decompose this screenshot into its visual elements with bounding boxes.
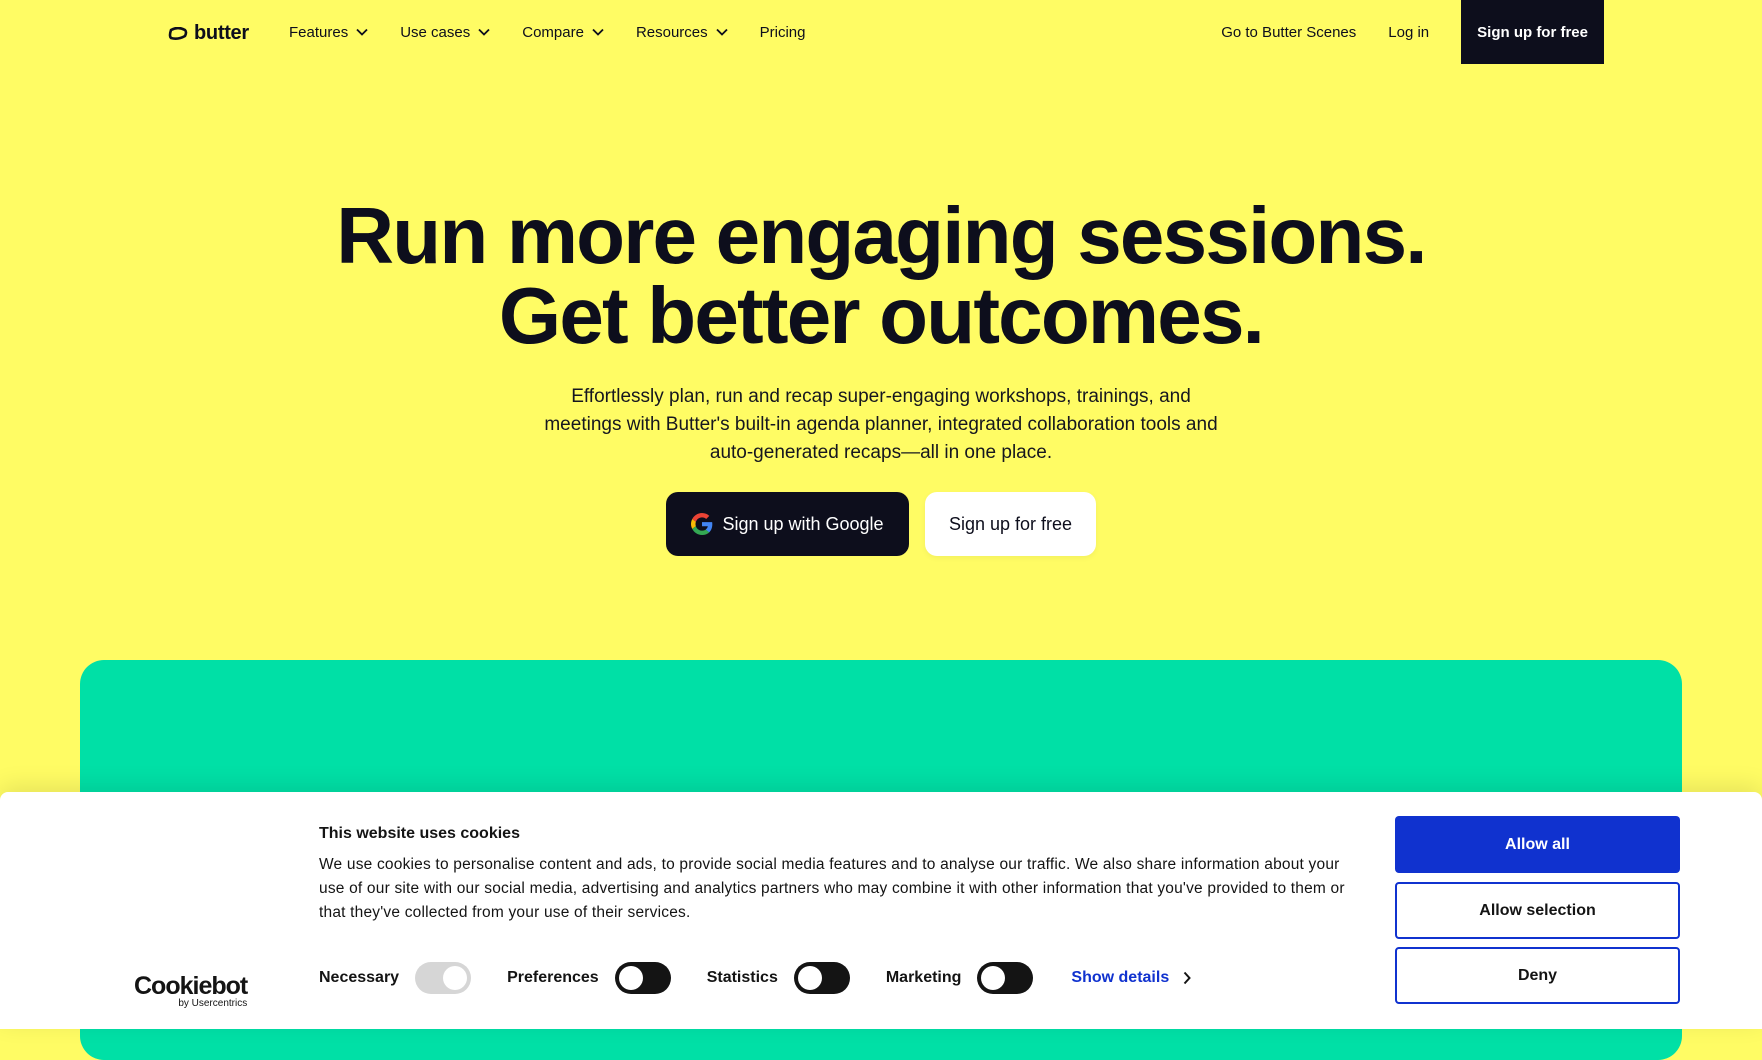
chevron-down-icon bbox=[592, 28, 604, 36]
allow-all-button[interactable]: Allow all bbox=[1395, 816, 1680, 873]
logo-text: butter bbox=[194, 22, 249, 44]
signup-google-label: Sign up with Google bbox=[722, 513, 884, 534]
nav-item-resources[interactable]: Resources bbox=[636, 24, 728, 41]
cookie-title: This website uses cookies bbox=[319, 825, 520, 842]
toggle-label-preferences: Preferences bbox=[507, 969, 599, 986]
show-details-link[interactable]: Show details bbox=[1071, 969, 1192, 987]
toggle-knob bbox=[797, 966, 822, 990]
cookiebot-brand: Cookiebot bbox=[134, 972, 248, 1000]
allow-selection-button[interactable]: Allow selection bbox=[1395, 882, 1680, 939]
nav-item-features[interactable]: Features bbox=[289, 24, 368, 41]
cookie-text: We use cookies to personalise content an… bbox=[319, 856, 1345, 921]
nav-links: Features Use cases Compare Resources Pri… bbox=[289, 0, 806, 64]
butter-logo[interactable]: butter bbox=[168, 22, 249, 45]
nav-item-label: Features bbox=[289, 23, 349, 41]
google-icon bbox=[691, 513, 713, 535]
signup-free-button[interactable]: Sign up for free bbox=[925, 492, 1096, 556]
nav-signup-button[interactable]: Sign up for free bbox=[1461, 0, 1604, 64]
chevron-down-icon bbox=[478, 28, 490, 36]
butter-logo-icon bbox=[168, 26, 188, 40]
toggle-knob bbox=[618, 966, 643, 990]
nav-item-label: Pricing bbox=[759, 23, 806, 41]
chevron-right-icon bbox=[1183, 971, 1192, 985]
toggle-knob bbox=[443, 966, 468, 990]
login-link[interactable]: Log in bbox=[1388, 24, 1429, 41]
hero-subtitle: Effortlessly plan, run and recap super-e… bbox=[544, 386, 1218, 463]
top-nav: butter Features Use cases Compare Resour… bbox=[0, 0, 1762, 64]
nav-item-label: Resources bbox=[635, 23, 708, 41]
chevron-down-icon bbox=[716, 28, 728, 36]
cookie-toggles: Necessary Preferences Statistics Marketi… bbox=[319, 962, 1192, 994]
nav-item-compare[interactable]: Compare bbox=[522, 24, 604, 41]
toggle-preferences[interactable] bbox=[614, 962, 671, 994]
toggle-marketing[interactable] bbox=[977, 962, 1034, 994]
toggle-label-necessary: Necessary bbox=[319, 969, 400, 986]
signup-google-button[interactable]: Sign up with Google bbox=[666, 492, 909, 556]
toggle-statistics[interactable] bbox=[793, 962, 850, 994]
cookiebot-logo: Cookiebot by Usercentrics bbox=[134, 972, 248, 1010]
nav-item-use-cases[interactable]: Use cases bbox=[400, 24, 490, 41]
nav-right: Go to Butter Scenes Log in Sign up for f… bbox=[1221, 0, 1604, 64]
show-details-label: Show details bbox=[1071, 969, 1170, 986]
chevron-down-icon bbox=[356, 28, 368, 36]
deny-button[interactable]: Deny bbox=[1395, 947, 1680, 1004]
toggle-necessary bbox=[415, 962, 472, 994]
hero-title: Run more engaging sessions. Get better o… bbox=[0, 196, 1762, 356]
hero-title-line1: Run more engaging sessions. bbox=[336, 191, 1427, 280]
toggle-knob bbox=[981, 966, 1006, 990]
nav-item-label: Use cases bbox=[400, 23, 471, 41]
nav-item-label: Compare bbox=[522, 23, 584, 41]
toggle-label-statistics: Statistics bbox=[706, 969, 778, 986]
hero-title-line2: Get better outcomes. bbox=[498, 271, 1265, 360]
butter-scenes-link[interactable]: Go to Butter Scenes bbox=[1221, 24, 1356, 41]
nav-item-pricing[interactable]: Pricing bbox=[760, 24, 806, 41]
toggle-label-marketing: Marketing bbox=[885, 969, 962, 986]
